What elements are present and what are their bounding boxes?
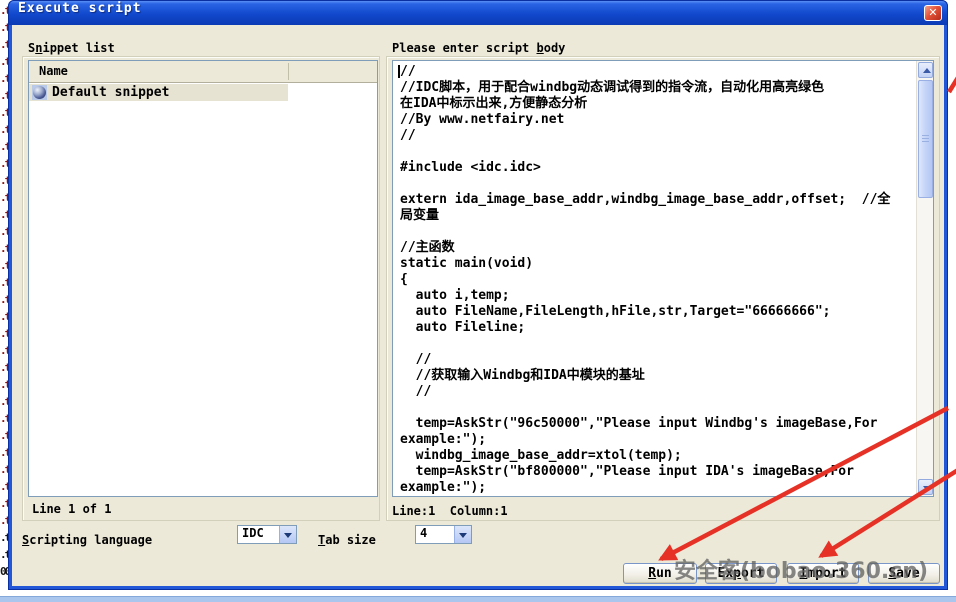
scrollbar-thumb[interactable] [918,80,933,198]
vertical-scrollbar[interactable] [916,61,933,496]
disassembly-text-fragment: .t [0,19,8,36]
disassembly-text-fragment: .t [0,495,8,512]
disassembly-text-fragment: .t [0,291,8,308]
disassembly-text-fragment: .t [0,155,8,172]
disassembly-text-fragment: .t [0,223,8,240]
dropdown-button[interactable] [279,526,296,543]
chevron-down-icon [284,533,292,538]
chevron-down-icon [923,486,931,491]
scripting-language-label: Scripting language [22,533,152,547]
disassembly-text-fragment: .t [0,138,8,155]
chevron-down-icon [459,533,467,538]
disassembly-text-fragment: .t [0,189,8,206]
background-right-strip [948,0,956,602]
scroll-down-button[interactable] [918,479,933,495]
script-body-label: Please enter script body [392,41,565,55]
disassembly-text-fragment: .t [0,172,8,189]
disassembly-text-fragment: .t [0,410,8,427]
snippet-list-label: Snippet list [28,41,115,55]
thumb-grip [922,135,929,142]
snippet-icon [32,85,47,100]
disassembly-text-fragment: .t [0,393,8,410]
disassembly-text-fragment: .t [0,274,8,291]
disassembly-text-fragment: .t [0,121,8,138]
tab-size-value: 4 [420,526,427,540]
disassembly-text-fragment: .t [0,342,8,359]
disassembly-text-fragment: .t [0,427,8,444]
disassembly-text-fragment: .t [0,478,8,495]
background-bottom-strip [0,590,956,602]
script-body-editor[interactable]: // //IDC脚本，用于配合windbg动态调试得到的指令流，自动化用高亮绿色… [392,60,934,497]
disassembly-text-fragment: 00 [0,563,8,580]
disassembly-text-fragment: .t [0,376,8,393]
dropdown-button[interactable] [454,526,471,543]
text-cursor [398,65,400,78]
disassembly-text-fragment: .t [0,359,8,376]
disassembly-text-fragment: .t [0,444,8,461]
column-divider[interactable] [288,63,289,80]
chevron-up-icon [923,68,931,73]
dialog-title: Execute script [18,1,142,16]
column-header-name[interactable]: Name [39,61,68,82]
background-disassembly-strip: .t.t.t.t.t.t.t.t.t.t.t.t.t.t.t.t.t.t.t.t… [0,0,8,602]
snippet-list[interactable]: Name Default snippet [28,60,378,497]
disassembly-text-fragment: .t [0,529,8,546]
scroll-up-button[interactable] [918,62,933,78]
scripting-language-select[interactable]: IDC [237,525,297,544]
disassembly-text-fragment: .t [0,104,8,121]
tab-size-select[interactable]: 4 [415,525,472,544]
tab-size-label: Tab size [318,533,376,547]
disassembly-text-fragment: .t [0,512,8,529]
disassembly-text-fragment: .t [0,308,8,325]
watermark-text: 安全客(bobao.360.cn) [674,559,928,585]
disassembly-text-fragment: .t [0,53,8,70]
snippet-list-status: Line 1 of 1 [32,502,111,516]
disassembly-text-fragment: .t [0,461,8,478]
disassembly-text-fragment: .t [0,87,8,104]
script-code-text[interactable]: // //IDC脚本，用于配合windbg动态调试得到的指令流，自动化用高亮绿色… [394,61,915,496]
disassembly-text-fragment: .t [0,2,8,19]
dialog-body: Snippet list Name Default snippet Line 1… [12,25,944,586]
execute-script-dialog: Execute script ✕ Snippet list Name Defau… [8,0,948,590]
disassembly-text-fragment: .t [0,206,8,223]
close-icon[interactable]: ✕ [924,5,942,21]
disassembly-text-fragment: .t [0,546,8,563]
list-item-default-snippet[interactable]: Default snippet [29,84,288,101]
disassembly-text-fragment: .t [0,70,8,87]
snippet-name: Default snippet [52,85,169,100]
editor-caret-status: Line:1 Column:1 [392,504,508,518]
scripting-language-value: IDC [242,526,264,540]
screen: .t.t.t.t.t.t.t.t.t.t.t.t.t.t.t.t.t.t.t.t… [0,0,956,602]
disassembly-text-fragment: .t [0,325,8,342]
disassembly-text-fragment: .t [0,36,8,53]
snippet-list-header[interactable]: Name [29,61,377,83]
disassembly-text-fragment: .t [0,240,8,257]
disassembly-text-fragment: .t [0,257,8,274]
background-window-edge [0,596,956,602]
dialog-titlebar[interactable]: Execute script ✕ [9,1,947,25]
